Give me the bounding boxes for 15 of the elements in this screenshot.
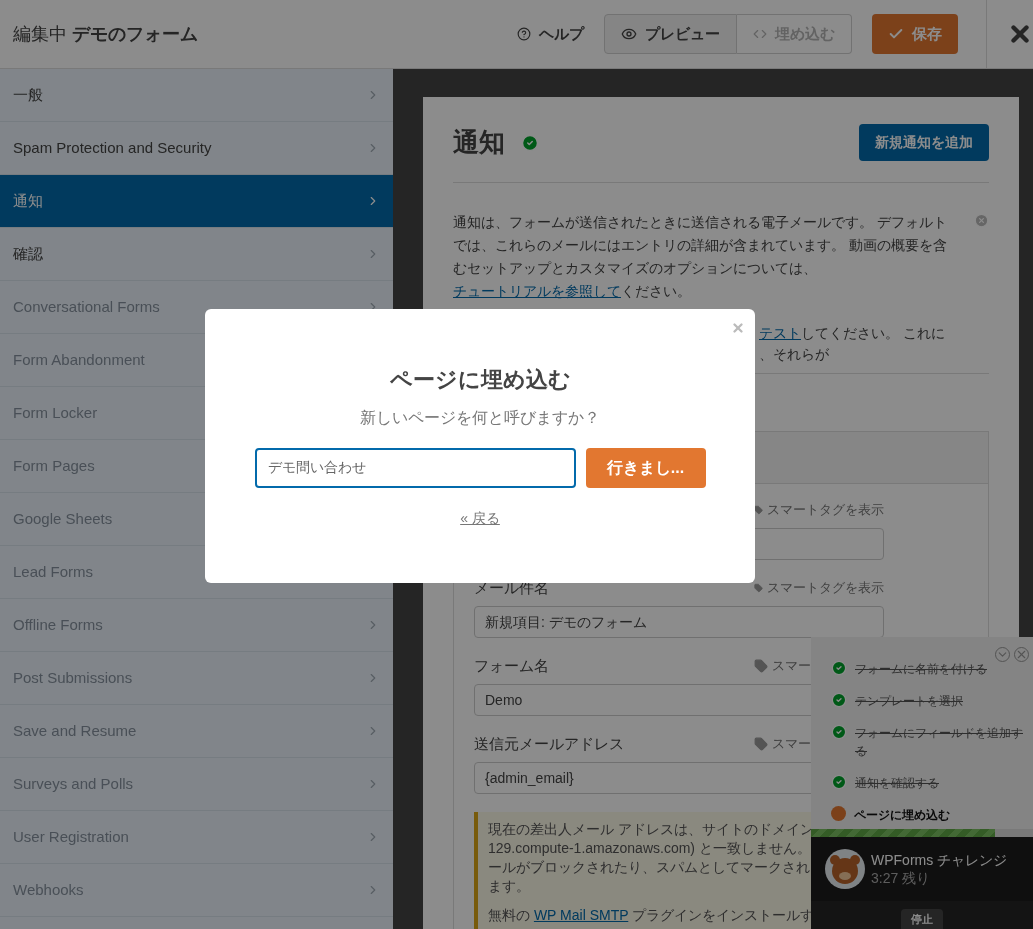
task-label: フォームにフィールドを追加する: [855, 725, 1023, 760]
section-title: 通知: [453, 126, 505, 159]
test-note-text: 、それらが: [759, 345, 830, 364]
task-label: フォームに名前を付ける: [855, 661, 987, 678]
warning-text: ールがブロックされたり、スパムとしてマークされ: [488, 858, 810, 877]
field-label: 送信元メールアドレス: [474, 733, 624, 754]
warning-text: ます。: [488, 877, 530, 896]
warning-text: 129.compute-1.amazonaws.com) と一致しません。: [488, 839, 811, 858]
time-remaining: 3:27 残り: [871, 869, 932, 887]
intro-text: 通知は、フォームが送信されたときに送信される電子メールです。 デフォルトでは、これらのメールにはエントリの詳細が含まれています。 動画の概要を含むセットアップとカスタマイズのオプションについては、 チュートリアルを参照して ください。: [453, 213, 948, 301]
test-note-text: テスト してください。 これに: [759, 324, 946, 343]
form-title: 編集中 デモのフォーム: [13, 22, 198, 46]
field-label: フォーム名: [474, 655, 549, 676]
task-label: ページに埋め込む: [854, 807, 950, 824]
challenge-title: WPForms チャレンジ: [871, 851, 1008, 869]
